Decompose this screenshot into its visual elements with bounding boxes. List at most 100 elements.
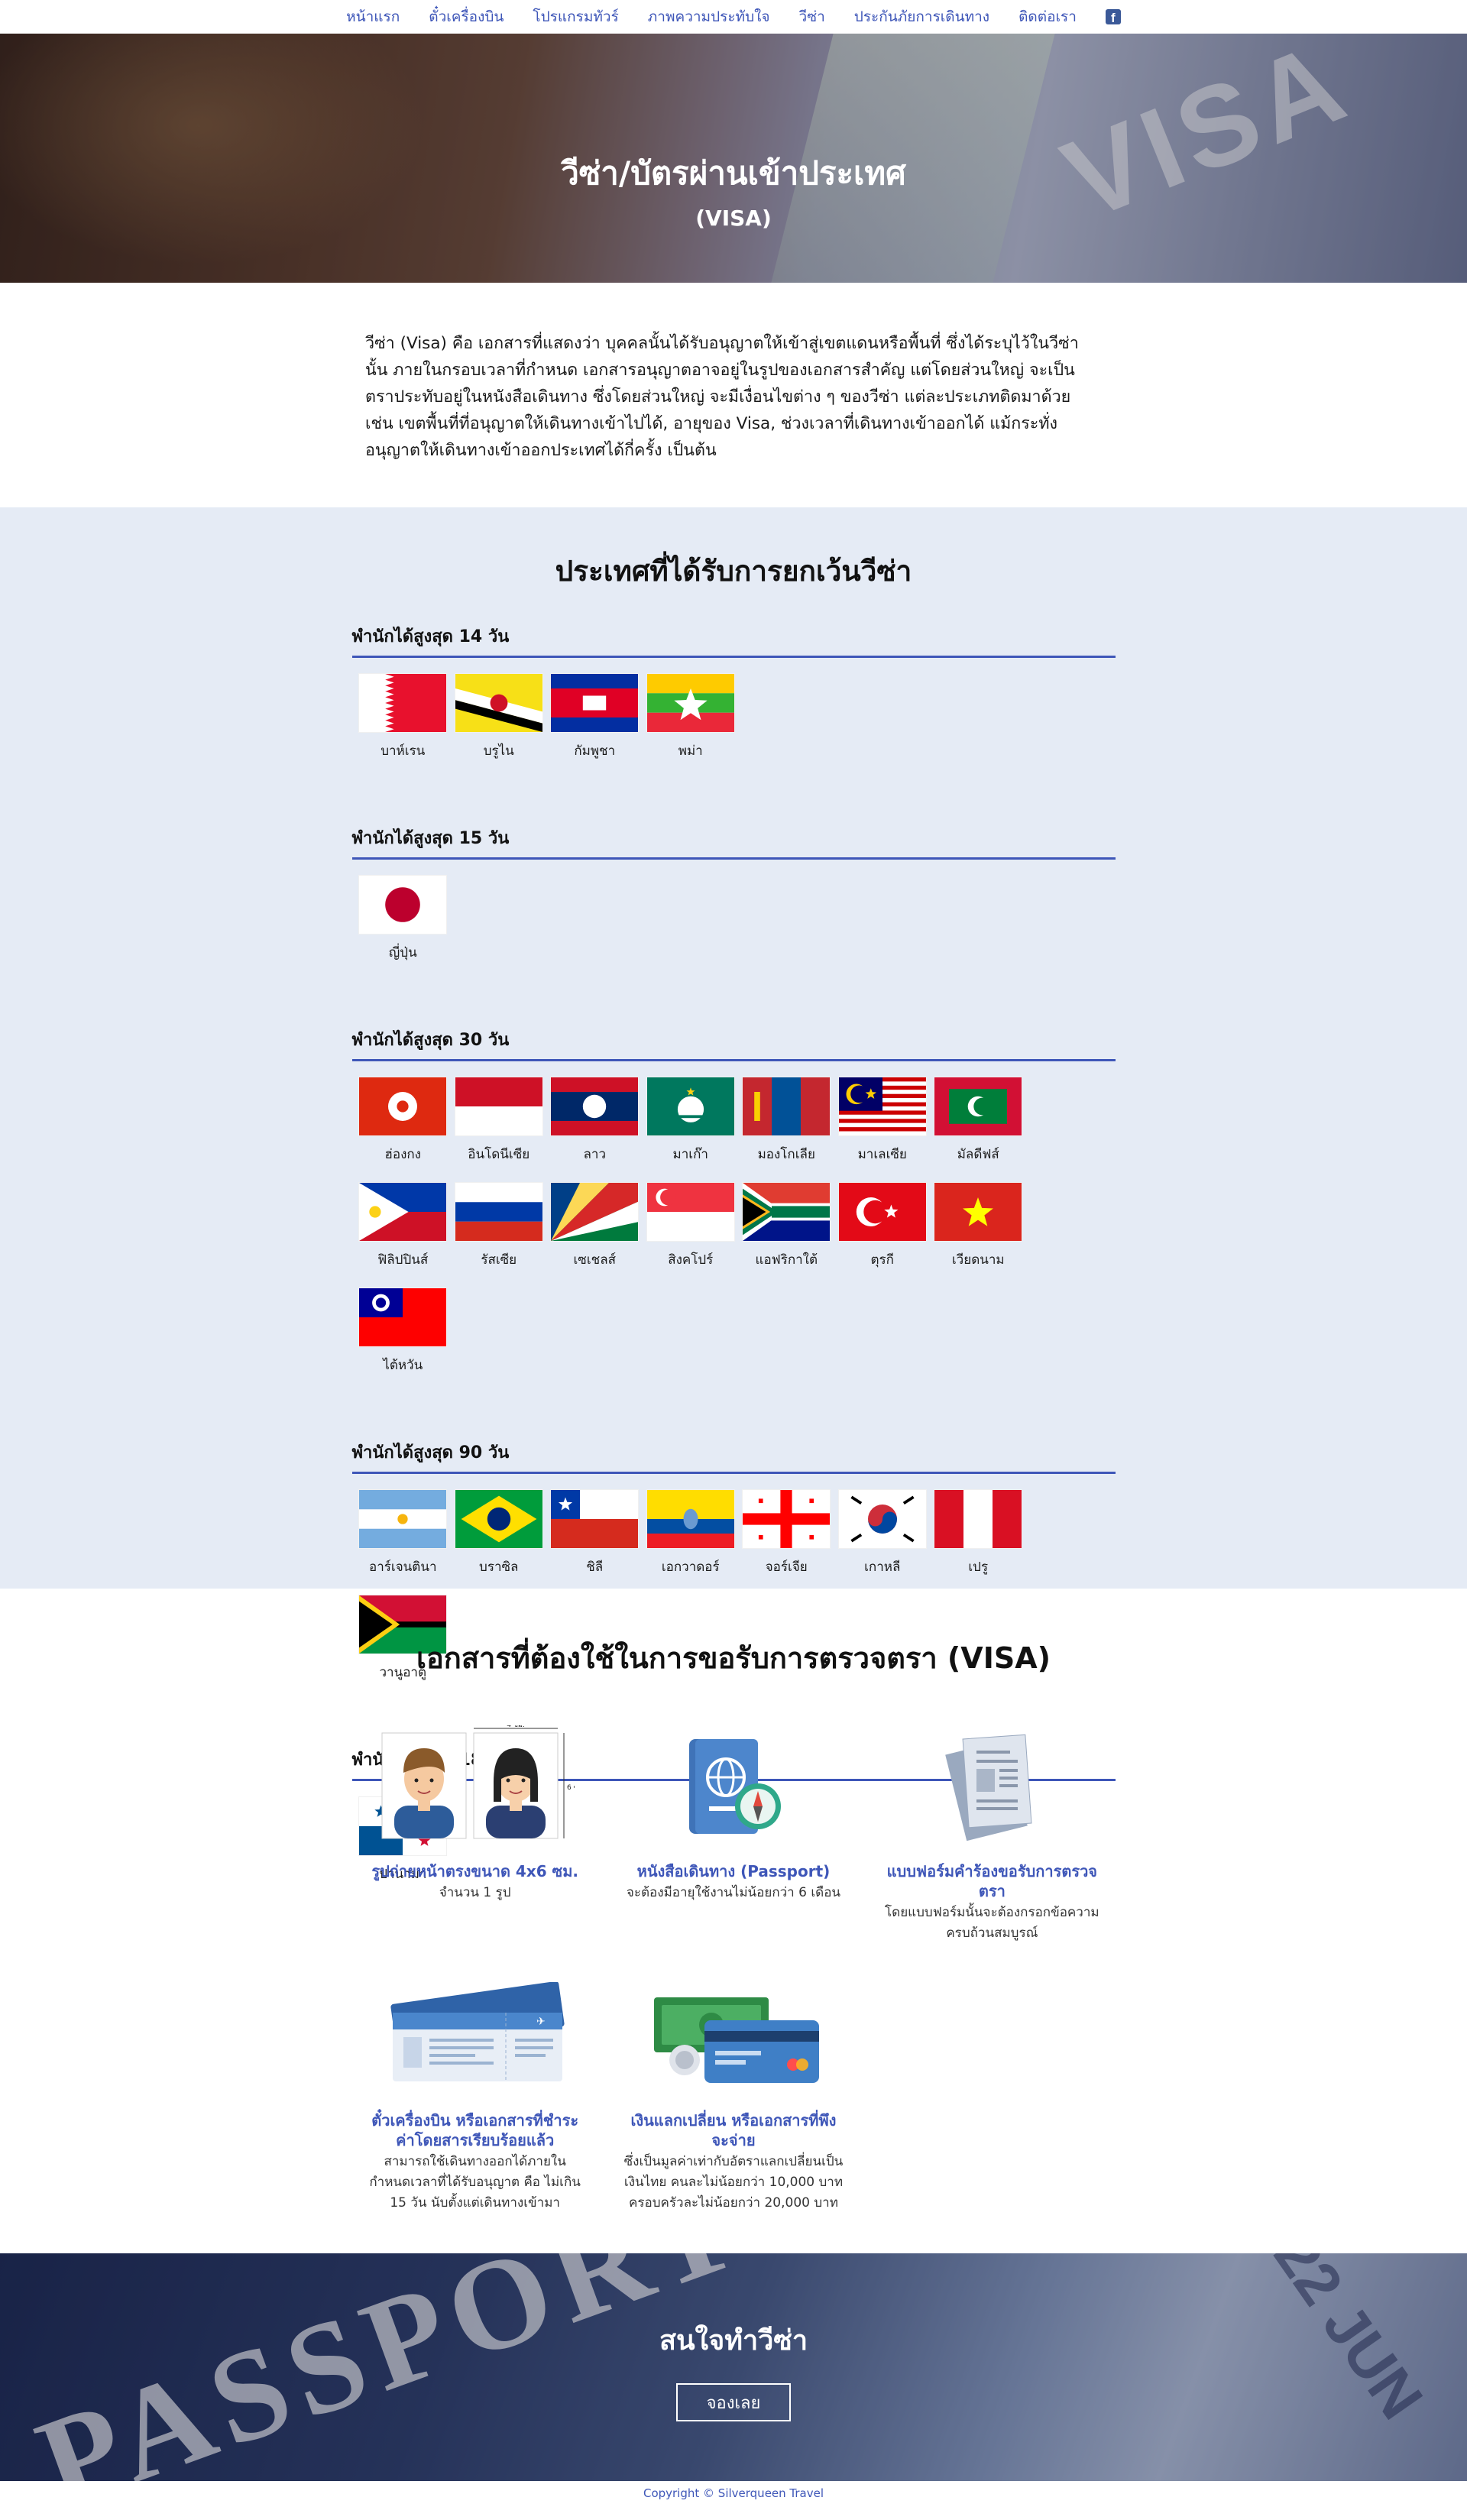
nav-item-3[interactable]: ภาพความประทับใจ [648,5,770,28]
maldives-flag-icon [934,1077,1023,1136]
nav-item-2[interactable]: โปรแกรมทัวร์ [533,5,618,28]
country-item: อาร์เจนตินา [355,1489,452,1595]
country-item: เวียดนาม [931,1182,1027,1288]
country-item: อินโดนีเซีย [451,1077,547,1182]
southafrica-flag-icon [742,1182,831,1242]
taiwan-flag-icon [358,1288,448,1347]
document-title: ตั๋วเครื่องบิน หรือเอกสารที่ชำระค่าโดยสา… [371,2111,579,2149]
country-name: เอกวาดอร์ [661,1560,720,1575]
country-name: อินโดนีเซีย [468,1147,530,1162]
photo-height-label: 6 ซม. [567,1784,575,1792]
country-name: มาเลเซีย [857,1147,907,1162]
country-item: เปรู [931,1489,1027,1595]
document-card: 4 ซม. 6 ซม. รูปถ่ายหน้าตรงขนาด 4x6 ซม. จำ… [346,1725,604,1944]
nav-item-5[interactable]: ประกันภัยการเดินทาง [854,5,989,28]
hongkong-flag-icon [358,1077,448,1136]
documents-title: เอกสารที่ต้องใช้ในการขอรับการตรวจตรา (VI… [416,1641,1051,1675]
document-description: จำนวน 1 รูป [439,1885,511,1900]
hero-banner: VISA วีซ่า/บัตรผ่านเข้าประเทศ (VISA) [0,34,1467,283]
bahrain-flag-icon [358,673,448,733]
japan-flag-icon [358,875,448,934]
country-item: จอร์เจีย [739,1489,835,1595]
facebook-icon[interactable]: f [1105,9,1121,24]
country-name: แอฟริกาใต้ [755,1252,818,1268]
stay-group-heading: พำนักได้สูงสุด 15 วัน [351,824,1116,860]
country-name: สิงคโปร์ [668,1252,714,1268]
document-description: สามารถใช้เดินทางออกได้ภายในกำหนดเวลาที่ไ… [369,2154,581,2211]
ticket-icon: ✈ [376,1974,575,2097]
copyright-text: Copyright © Silverqueen Travel [643,2486,824,2500]
nav-item-0[interactable]: หน้าแรก [346,5,400,28]
cta-title: สนใจทำวีซ่า [659,2325,808,2356]
turkey-flag-icon [837,1182,927,1242]
country-name: มาเก๊า [672,1147,708,1162]
stay-group-heading: พำนักได้สูงสุด 30 วัน [351,1026,1116,1061]
country-name: ญี่ปุ่น [388,945,417,960]
document-description: โดยแบบฟอร์มนั้นจะต้องกรอกข้อความครบถ้วนส… [885,1905,1099,1941]
country-name: จอร์เจีย [765,1560,808,1575]
nav-item-4[interactable]: วีซ่า [799,5,825,28]
photo-width-label: 4 ซม. [507,1725,525,1729]
country-name: บาห์เรน [381,743,426,759]
country-name: เซเชลส์ [573,1252,617,1268]
chile-flag-icon [550,1489,640,1549]
argentina-flag-icon [358,1489,448,1549]
cambodia-flag-icon [550,673,640,733]
laos-flag-icon [550,1077,640,1136]
vietnam-flag-icon [934,1182,1023,1242]
documents-grid: 4 ซม. 6 ซม. รูปถ่ายหน้าตรงขนาด 4x6 ซม. จำ… [346,1725,1122,2214]
seychelles-flag-icon [550,1182,640,1242]
country-item: มองโกเลีย [739,1077,835,1182]
visa-exempt-title: ประเทศที่ได้รับการยกเว้นวีซ่า [555,555,912,588]
country-item: เซเชลส์ [547,1182,643,1288]
stay-group-heading: พำนักได้สูงสุด 14 วัน [351,623,1116,658]
peru-flag-icon [934,1489,1023,1549]
book-now-button[interactable]: จองเลย [676,2383,791,2421]
document-title: รูปถ่ายหน้าตรงขนาด 4x6 ซม. [371,1862,578,1880]
country-name: ตุรกี [870,1252,894,1268]
cta-banner: PASSPORT 22 JUN สนใจทำวีซ่า จองเลย [0,2253,1467,2481]
country-item: บรูไน [451,673,547,779]
mongolia-flag-icon [742,1077,831,1136]
country-item: กัมพูชา [547,673,643,779]
georgia-flag-icon [742,1489,831,1549]
svg-text:✈: ✈ [536,2016,546,2028]
stay-group-heading: พำนักได้สูงสุด 90 วัน [351,1439,1116,1474]
flag-list: ฮ่องกง อินโดนีเซีย ลาว มาเก๊า มองโกเลีย มาเลเ… [352,1061,1116,1393]
country-name: ชิลี [586,1560,604,1575]
brunei-flag-icon [454,673,543,733]
country-item: ญี่ปุ่น [355,875,452,980]
country-name: รัสเซีย [481,1252,517,1268]
country-name: ฮ่องกง [384,1147,421,1162]
country-name: เกาหลี [864,1560,901,1575]
document-card: เงินแลกเปลี่ยน หรือเอกสารที่พึงจะจ่าย ซึ่… [604,1974,863,2214]
document-title: หนังสือเดินทาง (Passport) [636,1862,831,1880]
country-name: เปรู [968,1560,989,1575]
stay-group: พำนักได้สูงสุด 15 วันญี่ปุ่น [351,824,1116,980]
country-name: เวียดนาม [951,1252,1005,1268]
nav-item-1[interactable]: ตั๋วเครื่องบิน [429,5,504,28]
country-item: ฮ่องกง [355,1077,452,1182]
country-name: กัมพูชา [574,743,616,759]
country-item: บาห์เรน [355,673,452,779]
malaysia-flag-icon [837,1077,927,1136]
visa-exempt-section: ประเทศที่ได้รับการยกเว้นวีซ่า พำนักได้สู… [0,507,1467,1882]
country-name: พม่า [678,743,703,759]
country-name: อาร์เจนตินา [369,1560,437,1575]
country-item: แอฟริกาใต้ [739,1182,835,1288]
country-item: เกาหลี [834,1489,931,1595]
document-title: เงินแลกเปลี่ยน หรือเอกสารที่พึงจะจ่าย [630,2111,837,2149]
intro-section: วีซ่า (Visa) คือ เอกสารที่แสดงว่า บุคคลน… [0,283,1467,507]
document-description: จะต้องมีอายุใช้งานไม่น้อยกว่า 6 เดือน [626,1885,841,1900]
country-name: ฟิลิปปินส์ [377,1252,429,1268]
flag-list: ญี่ปุ่น [352,860,1116,980]
intro-text: วีซ่า (Visa) คือ เอกสารที่แสดงว่า บุคคลน… [365,334,1079,460]
footer: Copyright © Silverqueen Travel [0,2481,1467,2505]
document-title: แบบฟอร์มคำร้องขอรับการตรวจตรา [886,1862,1098,1900]
country-item: ไต้หวัน [355,1288,452,1393]
document-card: ✈ ตั๋วเครื่องบิน หรือเอกสารที่ชำระค่าโดย… [346,1974,604,2214]
russia-flag-icon [454,1182,543,1242]
nav-item-6[interactable]: ติดต่อเรา [1018,5,1077,28]
passport-icon [634,1725,833,1848]
country-name: ไต้หวัน [383,1358,423,1373]
